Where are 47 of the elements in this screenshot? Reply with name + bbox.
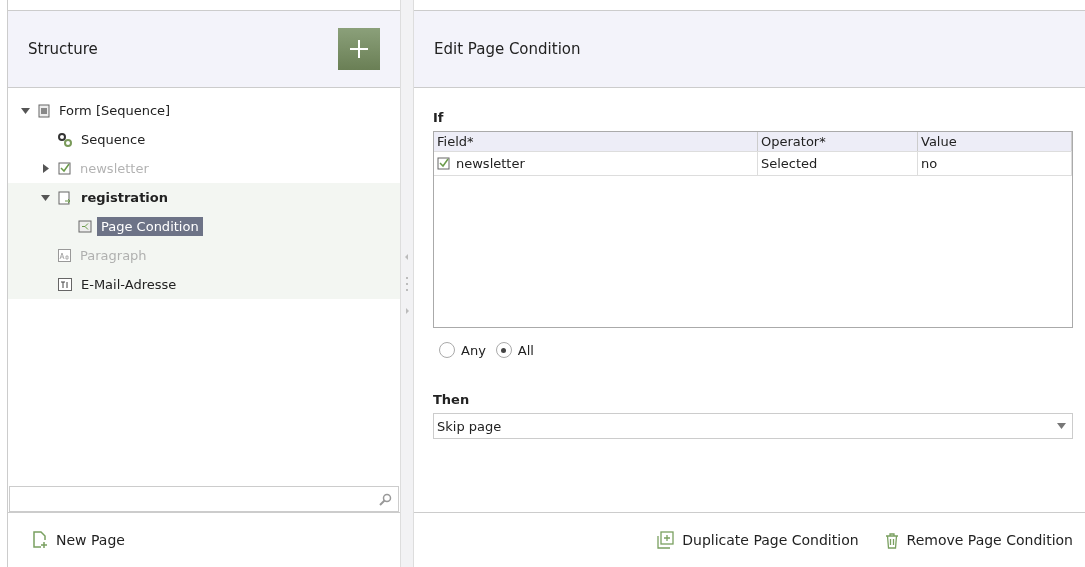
paragraph-icon <box>58 249 71 262</box>
condition-icon <box>78 220 92 233</box>
tree-item[interactable]: Form [Sequence] <box>55 101 175 120</box>
checkbox-icon <box>58 162 71 175</box>
column-header[interactable]: Operator* <box>758 132 918 151</box>
plus-icon <box>349 39 369 59</box>
dropdown-value: Skip page <box>437 418 502 434</box>
form-icon <box>38 103 50 118</box>
radio-option[interactable]: All <box>495 342 534 358</box>
radio-option[interactable]: Any <box>439 342 486 358</box>
trash-icon <box>884 531 899 549</box>
expanded-arrow-icon[interactable] <box>40 193 50 202</box>
action-dropdown[interactable]: Skip page <box>433 413 1073 439</box>
tree-item[interactable]: Page Condition <box>97 217 203 236</box>
search-icon <box>379 492 392 506</box>
field-name: newsletter <box>456 156 525 171</box>
new-page-button[interactable]: New Page <box>32 531 125 549</box>
tree-item[interactable]: Sequence <box>77 130 150 149</box>
duplicate-button[interactable]: Duplicate Page Condition <box>656 531 859 549</box>
add-button[interactable] <box>338 28 380 70</box>
column-header[interactable]: Field* <box>434 132 758 151</box>
column-header[interactable]: Value <box>918 132 1072 151</box>
expanded-arrow-icon[interactable] <box>20 106 30 115</box>
search-field[interactable] <box>9 486 399 512</box>
duplicate-icon <box>656 531 675 549</box>
tree-row[interactable]: Form [Sequence] <box>8 96 400 125</box>
caret-icon <box>1057 423 1066 429</box>
section-label: Then <box>433 392 471 407</box>
checkbox-icon <box>437 157 450 170</box>
tree-row[interactable]: registration <box>8 183 400 212</box>
new-page-icon <box>32 531 48 549</box>
section-label: If <box>433 110 445 125</box>
tree-item[interactable]: registration <box>77 188 172 207</box>
page-icon <box>58 190 72 205</box>
tree-item[interactable]: E-Mail-Adresse <box>77 275 181 294</box>
remove-button[interactable]: Remove Page Condition <box>884 531 1073 549</box>
gears-icon <box>58 132 72 147</box>
table-cell: Selected <box>758 152 918 175</box>
tree-row[interactable]: Page Condition <box>8 212 400 241</box>
radio-label: Any <box>461 342 486 358</box>
radio-label: All <box>517 342 534 358</box>
text-field-icon <box>58 278 72 291</box>
tree-row[interactable]: E-Mail-Adresse <box>8 270 400 299</box>
tree-row[interactable]: Sequence <box>8 125 400 154</box>
panel-title: Edit Page Condition <box>434 40 581 58</box>
table-cell: no <box>918 152 1072 175</box>
panel-title: Structure <box>28 40 98 58</box>
